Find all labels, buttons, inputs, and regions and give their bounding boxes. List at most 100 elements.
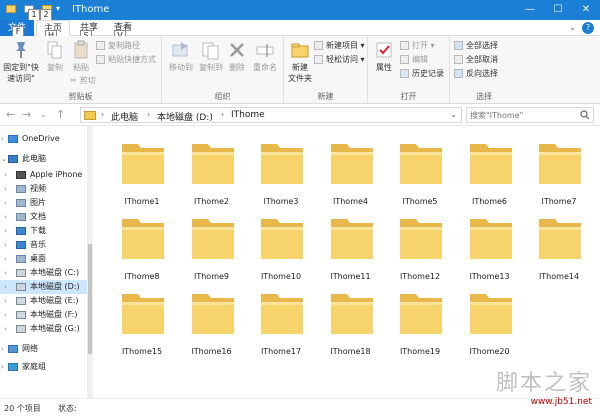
breadcrumb-ithome[interactable]: IThome [231,110,265,120]
expand-ribbon-icon[interactable]: ⌄ [569,23,576,32]
search-box[interactable] [466,107,594,123]
select-none-button[interactable]: 全部取消 [454,54,498,65]
folder-item[interactable]: IThome7 [524,132,594,207]
chevron-icon[interactable]: › [4,308,7,322]
folder-item[interactable]: IThome8 [107,207,177,282]
history-button[interactable]: 历史记录 [400,68,444,79]
sidebar-item[interactable]: › 视频 [0,182,87,196]
folder-icon [400,219,442,259]
customize-quick-access-icon[interactable]: ▾ [56,4,60,13]
back-arrow-icon[interactable]: ← [6,108,15,121]
folder-item[interactable]: IThome13 [455,207,525,282]
sidebar-item[interactable]: › 本地磁盘 (G:) [0,322,87,336]
chevron-icon[interactable]: › [4,322,7,336]
chevron-icon[interactable]: › [4,168,7,182]
folder-icon [261,144,303,184]
sidebar-item[interactable]: › Apple iPhone [0,168,87,182]
sidebar-item-label: 本地磁盘 (D:) [30,282,80,291]
chevron-icon[interactable]: › [1,132,4,146]
cut-button[interactable]: ✂ 剪切 [70,75,96,86]
paste-shortcut-button[interactable]: 粘贴快捷方式 [96,54,156,65]
folder-item[interactable]: IThome15 [107,282,177,357]
folder-item[interactable]: IThome17 [246,282,316,357]
help-button[interactable]: ? [582,22,594,34]
open-button[interactable]: 打开 ▾ [400,40,435,51]
folder-item[interactable]: IThome4 [316,132,386,207]
paste-icon [74,40,88,59]
chevron-icon[interactable]: › [4,224,7,238]
chevron-icon[interactable]: › [4,238,7,252]
sidebar-item[interactable]: › 网络 [0,342,87,356]
chevron-icon[interactable]: › [4,280,7,294]
sidebar-item[interactable]: › 本地磁盘 (F:) [0,308,87,322]
sidebar-item[interactable]: › OneDrive [0,132,87,146]
folder-item[interactable]: IThome10 [246,207,316,282]
chevron-icon[interactable]: › [1,342,4,356]
edit-button[interactable]: 编辑 [400,54,428,65]
up-arrow-icon[interactable]: ↑ [56,108,65,121]
chevron-icon[interactable]: › [4,252,7,266]
recent-locations-icon[interactable]: ⌄ [40,110,47,119]
address-bar[interactable]: › 此电脑 › 本地磁盘 (D:) › IThome ⌄ [80,107,462,123]
folder-item[interactable]: IThome3 [246,132,316,207]
address-dropdown-icon[interactable]: ⌄ [450,110,457,119]
minimize-button[interactable]: — [516,0,544,20]
copy-path-button[interactable]: 复制路径 [96,40,140,51]
breadcrumb-this-pc[interactable]: 此电脑 [111,110,138,123]
folder-item[interactable]: IThome14 [524,207,594,282]
pin-quick-access-button[interactable]: 固定到"快速访问" [2,40,40,84]
search-input[interactable] [470,109,578,121]
sidebar-item[interactable]: › 家庭组 [0,360,87,374]
new-item-button[interactable]: 新建项目 ▾ [314,40,365,51]
chevron-icon[interactable]: › [4,182,7,196]
folder-item[interactable]: IThome18 [316,282,386,357]
folder-item[interactable]: IThome6 [455,132,525,207]
folder-item[interactable]: IThome19 [385,282,455,357]
close-button[interactable]: ✕ [572,0,600,20]
maximize-button[interactable]: ☐ [544,0,572,20]
sidebar-item[interactable]: ⌄ 此电脑 [0,152,87,166]
delete-button[interactable]: 删除 [226,40,248,73]
folder-item[interactable]: IThome16 [177,282,247,357]
invert-selection-button[interactable]: 反向选择 [454,68,498,79]
chevron-icon[interactable]: › [4,210,7,224]
forward-arrow-icon[interactable]: → [22,108,31,121]
sidebar-item-label: 音乐 [30,240,46,249]
chevron-icon[interactable]: › [4,196,7,210]
sidebar-item[interactable]: › 本地磁盘 (D:) [0,280,87,294]
chevron-icon[interactable]: ⌄ [1,152,7,166]
breadcrumb-drive-d[interactable]: 本地磁盘 (D:) [157,110,213,123]
folder-item[interactable]: IThome11 [316,207,386,282]
folder-item[interactable]: IThome5 [385,132,455,207]
copy-to-button[interactable]: 复制到 [196,40,226,73]
copy-button[interactable]: 复制 [42,40,68,73]
chevron-right-icon: › [101,110,105,119]
new-item-label: 新建项目 [326,41,358,50]
sidebar-item[interactable]: › 桌面 [0,252,87,266]
rename-button[interactable]: 重命名 [250,40,280,73]
sidebar-item[interactable]: › 音乐 [0,238,87,252]
easy-access-button[interactable]: 轻松访问 ▾ [314,54,365,65]
chevron-icon[interactable]: › [4,294,7,308]
sidebar-item[interactable]: › 下载 [0,224,87,238]
sidebar-item[interactable]: › 本地磁盘 (C:) [0,266,87,280]
chevron-icon[interactable]: › [1,360,4,374]
nav-scrollbar-thumb[interactable] [88,244,92,354]
chevron-icon[interactable]: › [4,266,7,280]
folder-item[interactable]: IThome2 [177,132,247,207]
properties-button[interactable]: 属性 [370,40,398,73]
folder-item[interactable]: IThome9 [177,207,247,282]
paste-button[interactable]: 粘贴 [68,40,94,73]
folder-item[interactable]: IThome20 [455,282,525,357]
desktop-icon [16,255,26,263]
move-to-button[interactable]: 移动到 [166,40,196,73]
window-title: IThome [72,4,110,15]
sidebar-item[interactable]: › 文档 [0,210,87,224]
new-folder-button[interactable]: 新建 文件夹 [286,40,314,84]
folder-item[interactable]: IThome12 [385,207,455,282]
sidebar-item[interactable]: › 图片 [0,196,87,210]
select-all-button[interactable]: 全部选择 [454,40,498,51]
folder-item[interactable]: IThome1 [107,132,177,207]
sidebar-item[interactable]: › 本地磁盘 (E:) [0,294,87,308]
history-label: 历史记录 [412,69,444,78]
